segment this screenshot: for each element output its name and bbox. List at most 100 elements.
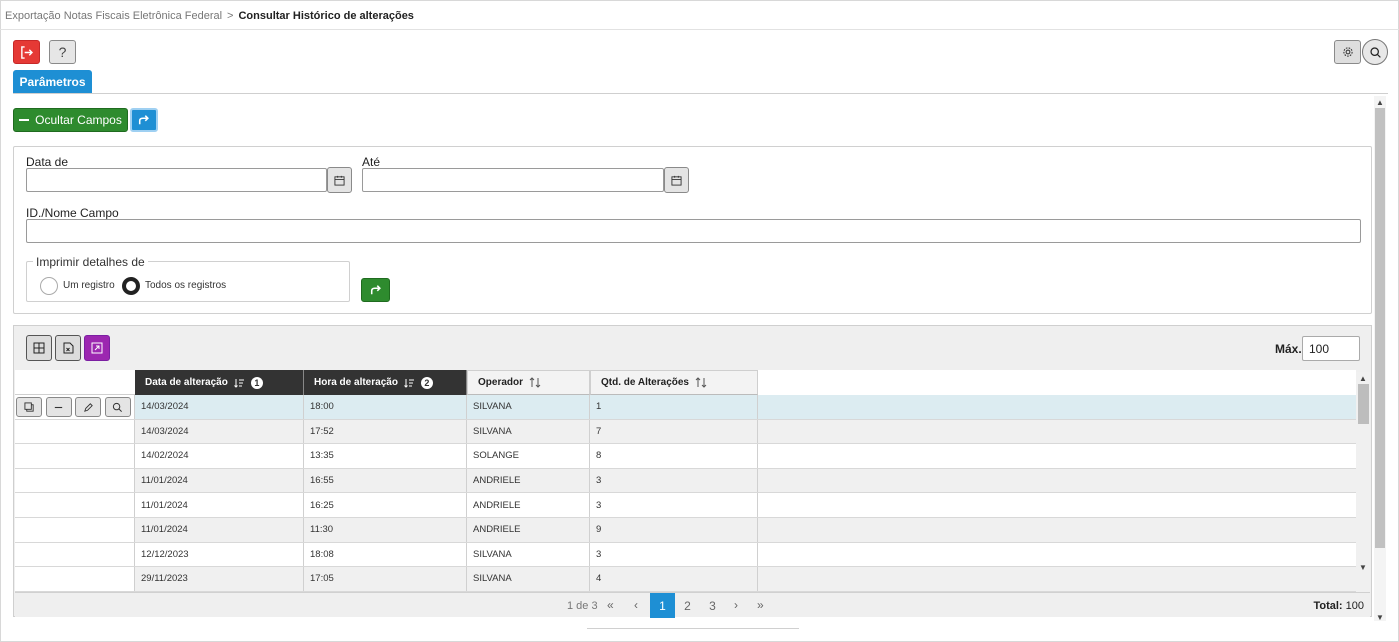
cell-operator[interactable]: SILVANA	[467, 567, 590, 591]
cell-changes[interactable]: 7	[590, 419, 758, 444]
cell-time[interactable]: 11:30	[304, 518, 467, 542]
date-to-input[interactable]	[362, 168, 664, 192]
table-row[interactable]: 11/01/2024 16:25 ANDRIELE 3	[15, 493, 1356, 518]
first-page-button[interactable]: «	[607, 598, 614, 612]
column-header-date-label: Data de alteração	[145, 377, 228, 388]
radio-one-record[interactable]	[40, 277, 58, 295]
cell-changes[interactable]: 3	[590, 468, 758, 493]
last-page-button[interactable]: »	[757, 598, 764, 612]
cell-time[interactable]: 18:08	[304, 542, 467, 567]
remove-button[interactable]	[45, 397, 72, 417]
cell-date[interactable]: 29/11/2023	[135, 567, 304, 591]
page-button-2[interactable]: 2	[675, 593, 700, 618]
cell-changes[interactable]: 3	[590, 493, 758, 517]
search-button[interactable]	[1362, 39, 1388, 65]
cell-changes[interactable]: 1	[590, 395, 758, 419]
cell-changes[interactable]: 8	[590, 444, 758, 468]
table-row[interactable]: 11/01/2024 16:55 ANDRIELE 3	[15, 468, 1356, 494]
sort-icon	[529, 377, 541, 388]
breadcrumb-parent[interactable]: Exportação Notas Fiscais Eletrônica Fede…	[5, 10, 222, 22]
radio-one-record-label[interactable]: Um registro	[63, 280, 115, 291]
grid-icon	[33, 342, 45, 354]
edit-button[interactable]	[75, 397, 101, 417]
total-value: 100	[1345, 600, 1364, 612]
radio-all-records[interactable]	[122, 277, 140, 295]
expand-grid-button[interactable]	[84, 335, 110, 361]
minus-icon	[54, 406, 63, 408]
share-arrow-icon	[370, 285, 381, 295]
cell-time[interactable]: 13:35	[304, 444, 467, 468]
page-button-1[interactable]: 1	[650, 593, 675, 618]
cell-time[interactable]: 16:55	[304, 468, 467, 493]
view-button[interactable]	[104, 397, 131, 417]
cell-time[interactable]: 17:05	[304, 567, 467, 591]
settings-button[interactable]	[1334, 40, 1361, 64]
cell-time[interactable]: 18:00	[304, 395, 467, 419]
help-button[interactable]: ?	[49, 40, 76, 64]
page-button-3[interactable]: 3	[700, 593, 725, 618]
column-header-time[interactable]: Hora de alteração 2	[304, 370, 467, 395]
row-actions	[15, 493, 135, 517]
cell-operator[interactable]: SILVANA	[467, 419, 590, 444]
next-page-button[interactable]: ›	[734, 598, 738, 612]
cell-operator[interactable]: SILVANA	[467, 395, 590, 419]
page-scroll-down-icon[interactable]: ▼	[1376, 613, 1384, 622]
search-icon	[112, 402, 122, 412]
table-row[interactable]: 12/12/2023 18:08 SILVANA 3	[15, 542, 1356, 568]
row-actions	[15, 419, 135, 444]
prev-page-button[interactable]: ‹	[634, 598, 638, 612]
grid-header-actions	[15, 370, 135, 395]
cell-operator[interactable]: ANDRIELE	[467, 493, 590, 517]
share-button[interactable]	[130, 108, 158, 132]
column-header-changes[interactable]: Qtd. de Alterações	[590, 370, 758, 395]
cell-operator[interactable]: SILVANA	[467, 542, 590, 567]
bottom-divider	[587, 628, 799, 629]
cell-date[interactable]: 14/03/2024	[135, 419, 304, 444]
grid-scroll-up-icon[interactable]: ▲	[1359, 374, 1367, 383]
radio-all-records-label[interactable]: Todos os registros	[145, 280, 226, 291]
exit-button[interactable]	[13, 40, 40, 64]
cell-operator[interactable]: ANDRIELE	[467, 468, 590, 493]
date-from-calendar-button[interactable]	[327, 167, 352, 193]
table-row[interactable]: 11/01/2024 11:30 ANDRIELE 9	[15, 518, 1356, 543]
help-icon: ?	[58, 44, 67, 60]
cell-operator[interactable]: ANDRIELE	[467, 518, 590, 542]
cell-changes[interactable]: 3	[590, 542, 758, 567]
date-from-input[interactable]	[26, 168, 327, 192]
column-header-changes-label: Qtd. de Alterações	[601, 377, 689, 388]
page-scroll-up-icon[interactable]: ▲	[1376, 98, 1384, 107]
execute-button[interactable]	[361, 278, 390, 302]
cell-operator[interactable]: SOLANGE	[467, 444, 590, 468]
date-to-calendar-button[interactable]	[664, 167, 689, 193]
row-actions	[15, 518, 135, 542]
grid-scroll-down-icon[interactable]: ▼	[1359, 563, 1367, 572]
copy-button[interactable]	[16, 397, 42, 417]
id-name-input[interactable]	[26, 219, 1361, 243]
tab-parameters[interactable]: Parâmetros	[13, 70, 92, 94]
grid-scrollbar-thumb[interactable]	[1358, 384, 1369, 424]
cell-date[interactable]: 14/03/2024	[135, 395, 304, 419]
export-excel-button[interactable]	[55, 335, 81, 361]
cell-changes[interactable]: 4	[590, 567, 758, 591]
table-row[interactable]: 29/11/2023 17:05 SILVANA 4	[15, 567, 1356, 592]
cell-changes[interactable]: 9	[590, 518, 758, 542]
cell-date[interactable]: 12/12/2023	[135, 542, 304, 567]
cell-date[interactable]: 11/01/2024	[135, 468, 304, 493]
cell-time[interactable]: 17:52	[304, 419, 467, 444]
table-row[interactable]: 14/03/2024 17:52 SILVANA 7	[15, 419, 1356, 445]
cell-time[interactable]: 16:25	[304, 493, 467, 517]
max-rows-input[interactable]: 100	[1302, 336, 1360, 361]
total-count: Total: 100	[1313, 600, 1364, 612]
table-row[interactable]: 14/02/2024 13:35 SOLANGE 8	[15, 444, 1356, 469]
column-header-date[interactable]: Data de alteração 1	[135, 370, 304, 395]
cell-date[interactable]: 14/02/2024	[135, 444, 304, 468]
page-scrollbar-thumb[interactable]	[1375, 108, 1385, 548]
column-header-operator[interactable]: Operador	[467, 370, 590, 395]
cell-date[interactable]: 11/01/2024	[135, 518, 304, 542]
hide-fields-button[interactable]: Ocultar Campos	[13, 108, 128, 132]
cell-date[interactable]: 11/01/2024	[135, 493, 304, 517]
row-actions	[15, 468, 135, 493]
table-row[interactable]: 14/03/2024 18:00 SILVANA 1	[15, 395, 1356, 420]
grid-columns-button[interactable]	[26, 335, 52, 361]
calendar-icon	[334, 175, 345, 186]
